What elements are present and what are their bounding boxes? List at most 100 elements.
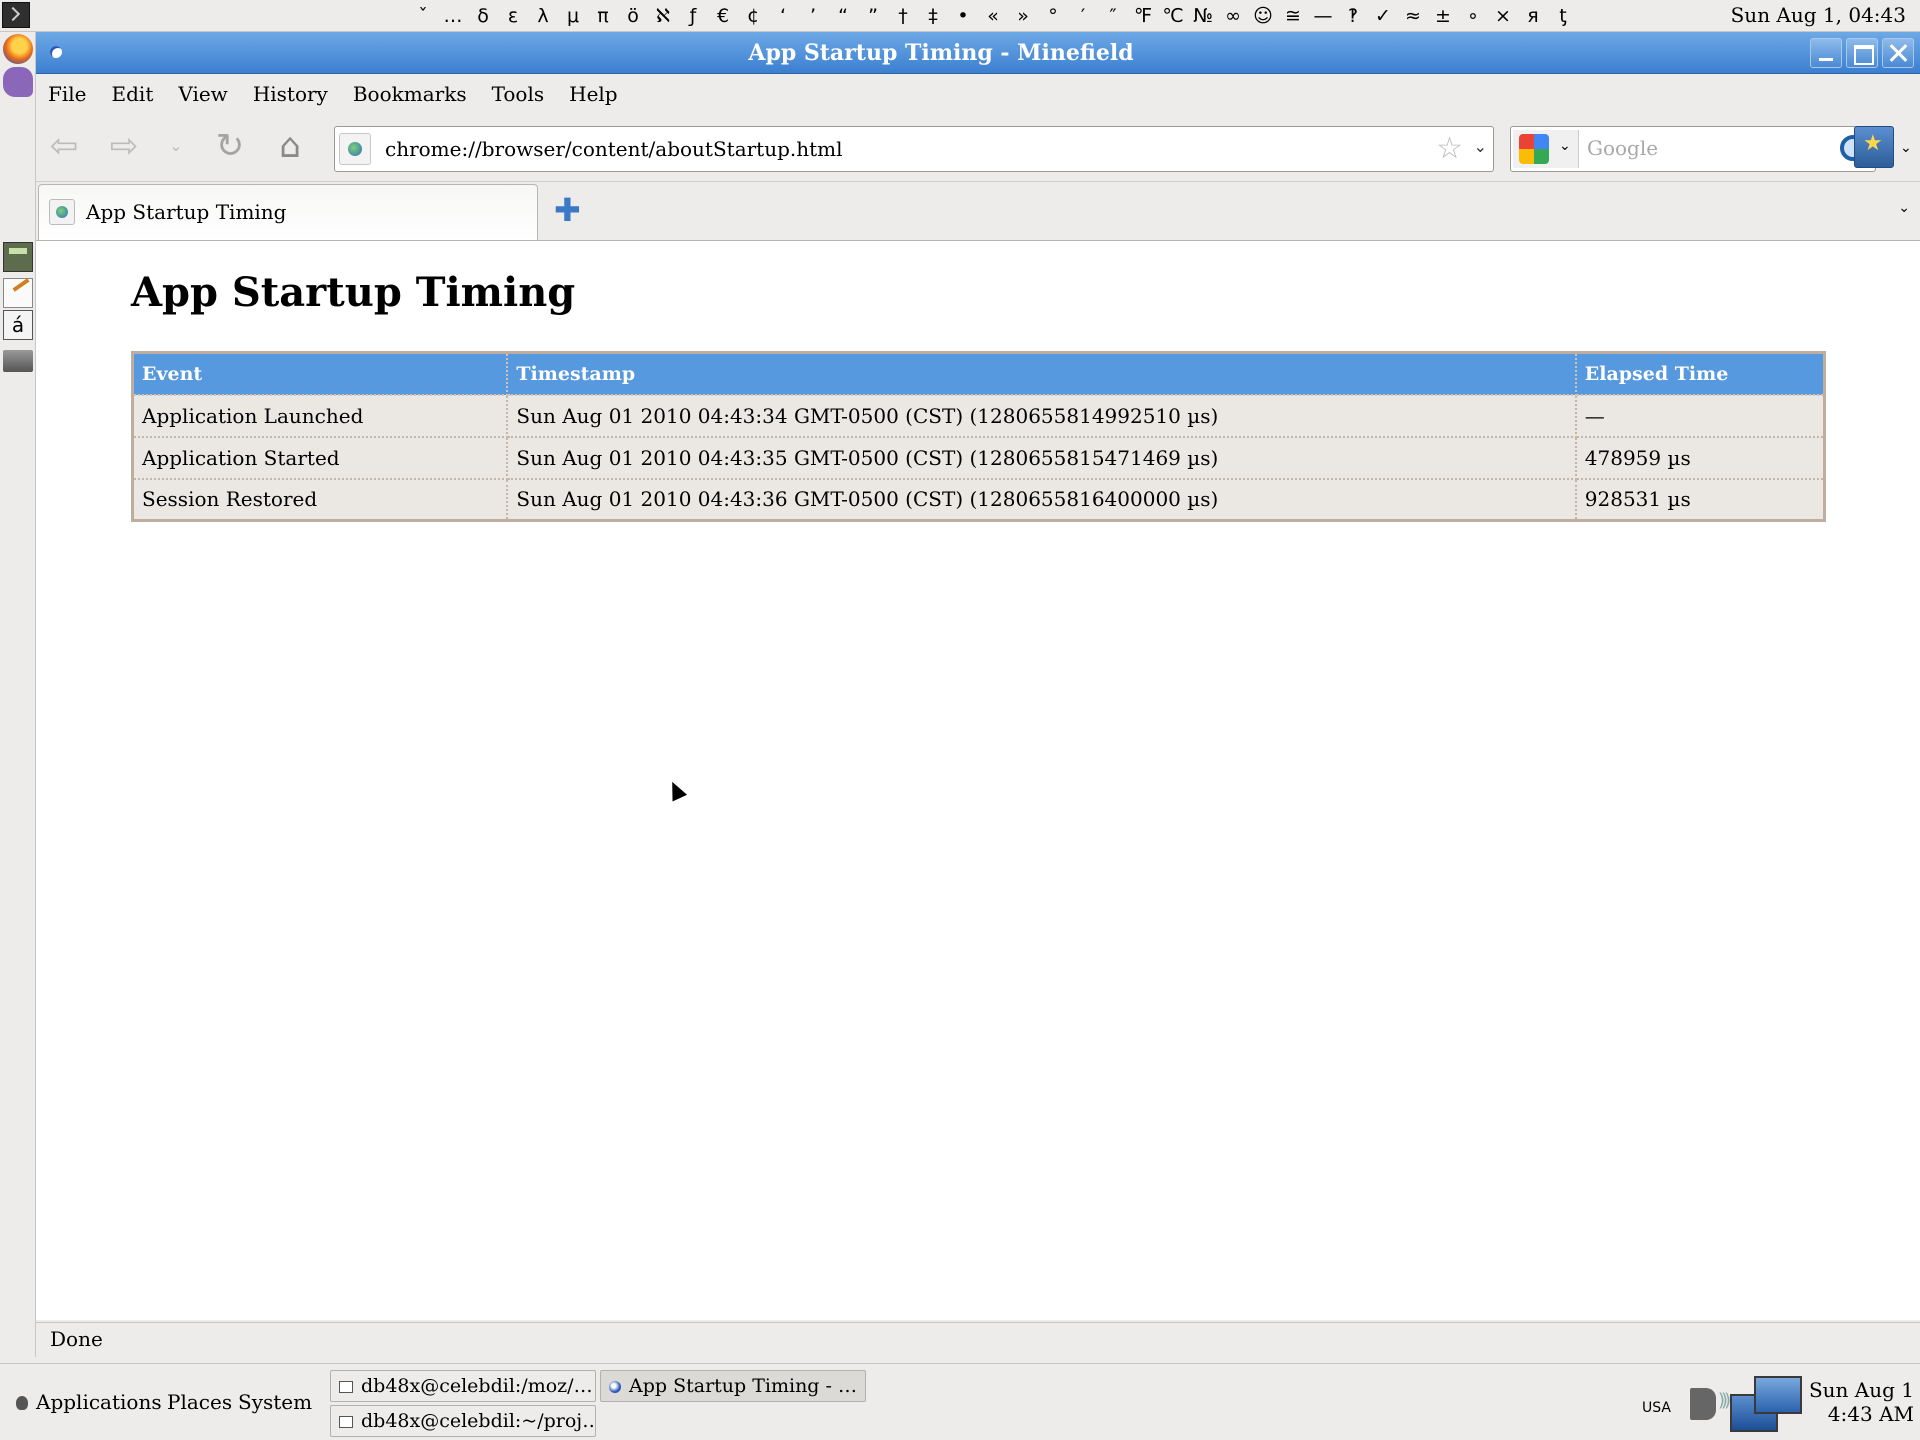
tab-list-dropdown-icon[interactable]: ⌄ xyxy=(1898,200,1910,216)
taskbar-item-app-startup-timing[interactable]: App Startup Timing - … xyxy=(600,1370,866,1402)
top-panel-clock[interactable]: Sun Aug 1, 04:43 xyxy=(1731,3,1906,27)
bookmarks-dropdown-icon[interactable]: ⌄ xyxy=(1900,140,1912,156)
char-button[interactable]: ‡ xyxy=(918,5,948,27)
table-header-row: Event Timestamp Elapsed Time xyxy=(131,351,1826,396)
char-button[interactable]: ö xyxy=(618,5,648,27)
char-button[interactable]: « xyxy=(978,5,1008,27)
elapsed-time-cell: 478959 µs xyxy=(1574,435,1826,480)
back-button[interactable]: ⇦ xyxy=(42,124,86,168)
char-button[interactable]: λ xyxy=(528,5,558,27)
search-engine-button[interactable]: ⌄ xyxy=(1513,130,1579,168)
char-button[interactable]: ℵ xyxy=(648,5,678,27)
network-icon[interactable] xyxy=(1730,1374,1802,1436)
calculator-launcher-icon[interactable] xyxy=(3,242,33,272)
character-map-launcher-icon[interactable]: á xyxy=(3,310,33,340)
system-menu[interactable]: System xyxy=(238,1390,312,1414)
url-history-dropdown-icon[interactable]: ⌄ xyxy=(1474,137,1487,156)
taskbar-item-terminal-moz[interactable]: db48x@celebdil:/moz/… xyxy=(330,1370,596,1402)
char-button[interactable]: • xyxy=(948,5,978,27)
site-identity-icon[interactable] xyxy=(339,133,371,165)
menu-bookmarks[interactable]: Bookmarks xyxy=(353,82,467,106)
timestamp-cell: Sun Aug 01 2010 04:43:34 GMT-0500 (CST) … xyxy=(506,393,1577,438)
timestamp-cell: Sun Aug 01 2010 04:43:36 GMT-0500 (CST) … xyxy=(506,477,1577,522)
bookmarks-button[interactable] xyxy=(1854,126,1894,168)
drive-launcher-icon[interactable] xyxy=(3,350,33,372)
char-button[interactable]: ‘ xyxy=(768,5,798,27)
char-button[interactable]: ƒ xyxy=(678,5,708,27)
places-menu[interactable]: Places xyxy=(167,1390,232,1414)
history-dropdown-icon[interactable]: ⌄ xyxy=(164,124,188,168)
char-button[interactable]: ¢ xyxy=(738,5,768,27)
text-editor-launcher-icon[interactable] xyxy=(3,278,33,308)
menu-help[interactable]: Help xyxy=(569,82,617,106)
bookmark-star-icon[interactable]: ☆ xyxy=(1436,131,1463,166)
menu-edit[interactable]: Edit xyxy=(112,82,154,106)
char-button[interactable]: π xyxy=(588,5,618,27)
gnome-foot-icon[interactable] xyxy=(12,1390,32,1410)
char-button[interactable]: ε xyxy=(498,5,528,27)
pidgin-launcher-icon[interactable] xyxy=(3,67,33,97)
new-tab-button[interactable]: ✚ xyxy=(554,194,581,226)
char-button[interactable]: ∞ xyxy=(1218,5,1248,27)
home-button[interactable]: ⌂ xyxy=(268,124,312,168)
char-button[interactable]: “ xyxy=(828,5,858,27)
char-button[interactable]: … xyxy=(438,5,468,27)
url-bar[interactable]: chrome://browser/content/aboutStartup.ht… xyxy=(334,126,1494,172)
char-button[interactable]: ≈ xyxy=(1398,5,1428,27)
forward-button[interactable]: ⇨ xyxy=(102,124,146,168)
char-button[interactable]: ’ xyxy=(798,5,828,27)
char-button[interactable]: ″ xyxy=(1098,5,1128,27)
char-button[interactable]: ° xyxy=(1038,5,1068,27)
char-button[interactable]: ✓ xyxy=(1368,5,1398,27)
top-panel: ˇ … δ ε λ μ π ö ℵ ƒ € ¢ ‘ ’ “ ” † ‡ • « … xyxy=(0,0,1920,32)
maximize-button[interactable] xyxy=(1846,38,1878,68)
chevron-down-icon: ⌄ xyxy=(1559,138,1571,154)
char-button[interactable]: ‽ xyxy=(1338,5,1368,27)
char-button[interactable]: † xyxy=(888,5,918,27)
applications-menu[interactable]: Applications xyxy=(36,1390,162,1414)
char-button[interactable]: δ xyxy=(468,5,498,27)
keyboard-layout-indicator[interactable]: USA xyxy=(1642,1400,1671,1416)
clock-time: 4:43 AM xyxy=(1827,1402,1914,1426)
char-button[interactable]: — xyxy=(1308,5,1338,27)
char-button[interactable]: № xyxy=(1188,5,1218,27)
char-button[interactable]: ℉ xyxy=(1128,5,1158,27)
volume-icon[interactable] xyxy=(1690,1388,1727,1420)
char-button[interactable]: » xyxy=(1008,5,1038,27)
char-button[interactable]: ± xyxy=(1428,5,1458,27)
char-button[interactable]: ′ xyxy=(1068,5,1098,27)
char-button[interactable]: ≅ xyxy=(1278,5,1308,27)
char-button[interactable]: × xyxy=(1488,5,1518,27)
char-button[interactable]: я xyxy=(1518,5,1548,27)
char-button[interactable]: ∘ xyxy=(1458,5,1488,27)
close-button[interactable] xyxy=(1882,38,1914,68)
menu-file[interactable]: File xyxy=(48,82,87,106)
terminal-launcher-icon[interactable] xyxy=(2,2,30,28)
firefox-launcher-icon[interactable] xyxy=(3,34,33,64)
menu-view[interactable]: View xyxy=(178,82,227,106)
url-text[interactable]: chrome://browser/content/aboutStartup.ht… xyxy=(385,137,843,161)
menu-history[interactable]: History xyxy=(253,82,328,106)
firefox-window-icon xyxy=(609,1381,621,1393)
char-button[interactable]: μ xyxy=(558,5,588,27)
char-button[interactable]: € xyxy=(708,5,738,27)
reload-button[interactable]: ↻ xyxy=(208,124,252,168)
taskbar-item-terminal-proj[interactable]: db48x@celebdil:~/proj… xyxy=(330,1405,596,1437)
window-titlebar[interactable]: App Startup Timing - Minefield xyxy=(36,32,1920,74)
char-button[interactable]: ƫ xyxy=(1548,5,1578,27)
bottom-panel-clock[interactable]: Sun Aug 1 4:43 AM xyxy=(1809,1378,1914,1426)
char-button[interactable]: ˇ xyxy=(408,5,438,27)
char-button[interactable]: ☺ xyxy=(1248,5,1278,27)
char-button[interactable]: ℃ xyxy=(1158,5,1188,27)
search-input[interactable] xyxy=(1587,136,1817,160)
page-content: App Startup Timing Event Timestamp Elaps… xyxy=(36,240,1920,1320)
clock-date: Sun Aug 1 xyxy=(1808,1378,1914,1402)
minimize-button[interactable] xyxy=(1810,38,1842,68)
page-title: App Startup Timing xyxy=(131,269,576,316)
char-button[interactable]: ” xyxy=(858,5,888,27)
menu-tools[interactable]: Tools xyxy=(492,82,545,106)
tab-app-startup-timing[interactable]: App Startup Timing xyxy=(38,184,538,240)
status-bar: Done xyxy=(36,1322,1920,1357)
elapsed-time-cell: — xyxy=(1574,393,1826,438)
window-title: App Startup Timing - Minefield xyxy=(748,40,1134,66)
